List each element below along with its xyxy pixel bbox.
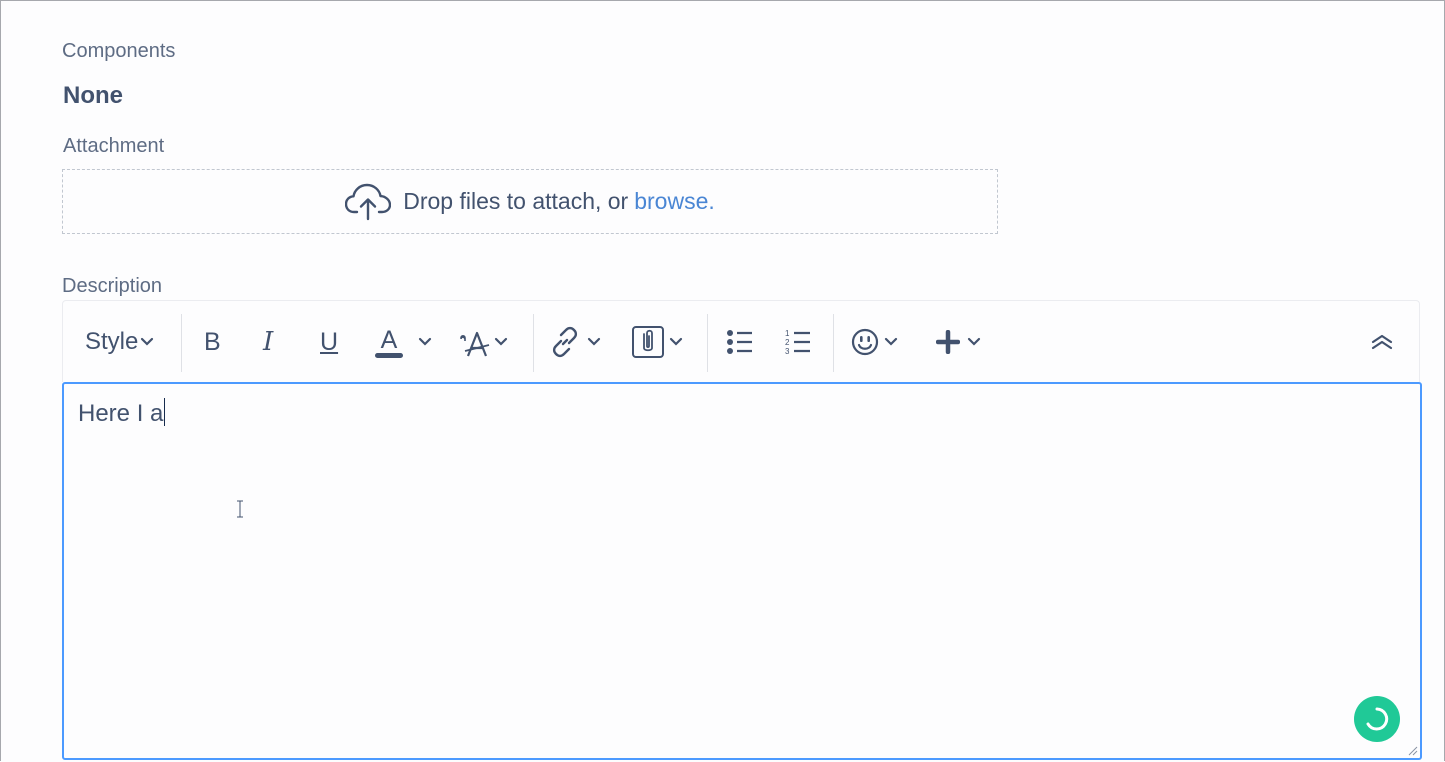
chevron-down-icon xyxy=(587,337,601,346)
clear-formatting-button[interactable] xyxy=(459,321,508,363)
underline-button[interactable]: U xyxy=(320,321,338,363)
text-color-icon: A xyxy=(375,326,403,358)
browse-link[interactable]: browse. xyxy=(634,188,715,215)
text-color-swatch xyxy=(375,353,403,358)
bold-button[interactable]: B xyxy=(204,321,221,363)
bullet-list-button[interactable] xyxy=(726,321,754,363)
toolbar-divider xyxy=(833,314,834,372)
chevron-down-icon xyxy=(418,337,432,346)
collapse-toolbar-button[interactable] xyxy=(1371,321,1393,363)
attachment-label: Attachment xyxy=(63,135,165,157)
chevron-down-icon xyxy=(884,337,898,346)
editor-text: Here I a xyxy=(78,400,164,427)
components-value[interactable]: None xyxy=(63,82,123,110)
ibeam-cursor-icon xyxy=(237,500,243,518)
numbered-list-icon: 1 2 3 xyxy=(785,329,810,356)
editor-content: Here I a xyxy=(78,398,166,428)
text-color-glyph: A xyxy=(381,326,398,354)
plus-icon xyxy=(936,330,960,354)
resize-handle-icon[interactable] xyxy=(1406,744,1418,756)
text-color-button[interactable]: A xyxy=(374,321,432,363)
link-button[interactable] xyxy=(549,321,601,363)
emoji-icon xyxy=(851,328,879,356)
toolbar-divider xyxy=(707,314,708,372)
attachment-icon xyxy=(632,326,664,358)
toolbar-divider xyxy=(533,314,534,372)
text-caret xyxy=(164,398,166,426)
grammar-assistant-button[interactable] xyxy=(1354,696,1400,742)
description-label: Description xyxy=(62,275,163,297)
style-dropdown[interactable]: Style xyxy=(85,321,154,363)
svg-text:3: 3 xyxy=(785,347,790,356)
chevron-down-icon xyxy=(967,337,981,346)
components-label: Components xyxy=(62,40,176,62)
chevron-down-icon xyxy=(141,337,154,346)
emoji-button[interactable] xyxy=(851,321,898,363)
clear-formatting-icon xyxy=(460,331,490,357)
italic-glyph: I xyxy=(263,327,274,357)
bold-glyph: B xyxy=(204,327,221,356)
style-label: Style xyxy=(85,328,139,355)
attachment-button[interactable] xyxy=(631,321,683,363)
editor-toolbar: Style B I U A 1 2 3 xyxy=(62,300,1420,382)
description-editor: Style B I U A 1 2 3 Here I a xyxy=(62,300,1422,760)
numbered-list-button[interactable]: 1 2 3 xyxy=(784,321,812,363)
attachment-dropzone[interactable]: Drop files to attach, or browse. xyxy=(62,169,998,234)
insert-more-button[interactable] xyxy=(936,321,981,363)
chevron-down-icon xyxy=(669,337,683,346)
description-textarea[interactable]: Here I a xyxy=(62,382,1422,760)
loading-spinner-icon xyxy=(1366,707,1389,731)
svg-text:1: 1 xyxy=(785,329,790,338)
bullet-list-icon xyxy=(727,330,752,354)
toolbar-divider xyxy=(181,314,182,372)
underline-glyph: U xyxy=(320,327,339,356)
svg-text:2: 2 xyxy=(785,338,790,347)
cloud-upload-icon xyxy=(345,183,392,220)
chevron-down-icon xyxy=(494,337,508,346)
italic-button[interactable]: I xyxy=(263,321,273,363)
collapse-icon xyxy=(1371,334,1393,350)
link-icon xyxy=(552,326,578,358)
dropzone-text: Drop files to attach, or xyxy=(403,188,629,214)
